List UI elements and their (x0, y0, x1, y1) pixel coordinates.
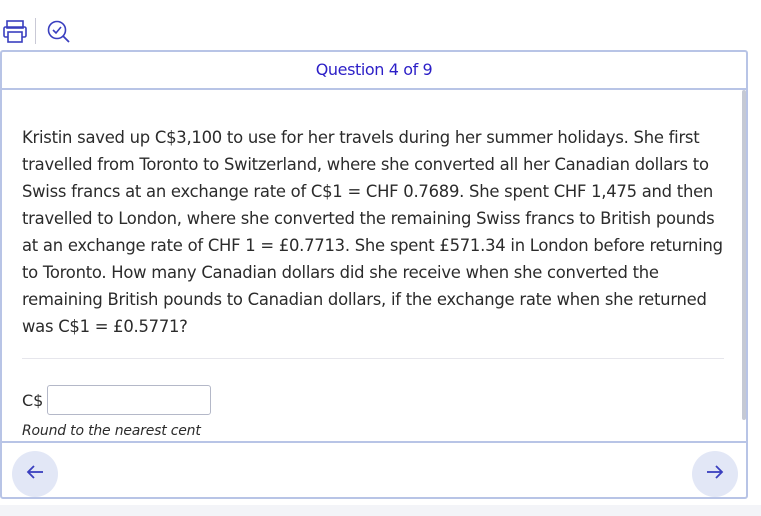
toolbar-divider (35, 18, 36, 44)
question-frame: Question 4 of 9 Kristin saved up C$3,100… (0, 50, 748, 499)
arrow-right-icon (704, 461, 726, 487)
arrow-left-icon (24, 461, 46, 487)
navigation-bar (2, 441, 746, 499)
rounding-hint: Round to the nearest cent (22, 423, 201, 439)
currency-label: C$ (22, 390, 44, 410)
print-icon[interactable] (2, 18, 28, 44)
next-button[interactable] (692, 451, 738, 497)
content-divider (22, 358, 724, 359)
question-content: Kristin saved up C$3,100 to use for her … (22, 124, 726, 340)
question-text: Kristin saved up C$3,100 to use for her … (22, 128, 723, 336)
check-answer-icon[interactable] (45, 18, 71, 44)
previous-button[interactable] (12, 451, 58, 497)
scrollbar[interactable] (742, 90, 748, 440)
question-header: Question 4 of 9 (2, 52, 746, 90)
page-bottom-strip (0, 505, 761, 516)
question-counter: Question 4 of 9 (315, 60, 433, 79)
answer-row: C$ (22, 384, 211, 416)
answer-input[interactable] (47, 385, 211, 415)
scrollbar-thumb[interactable] (742, 90, 746, 420)
toolbar (0, 0, 761, 50)
